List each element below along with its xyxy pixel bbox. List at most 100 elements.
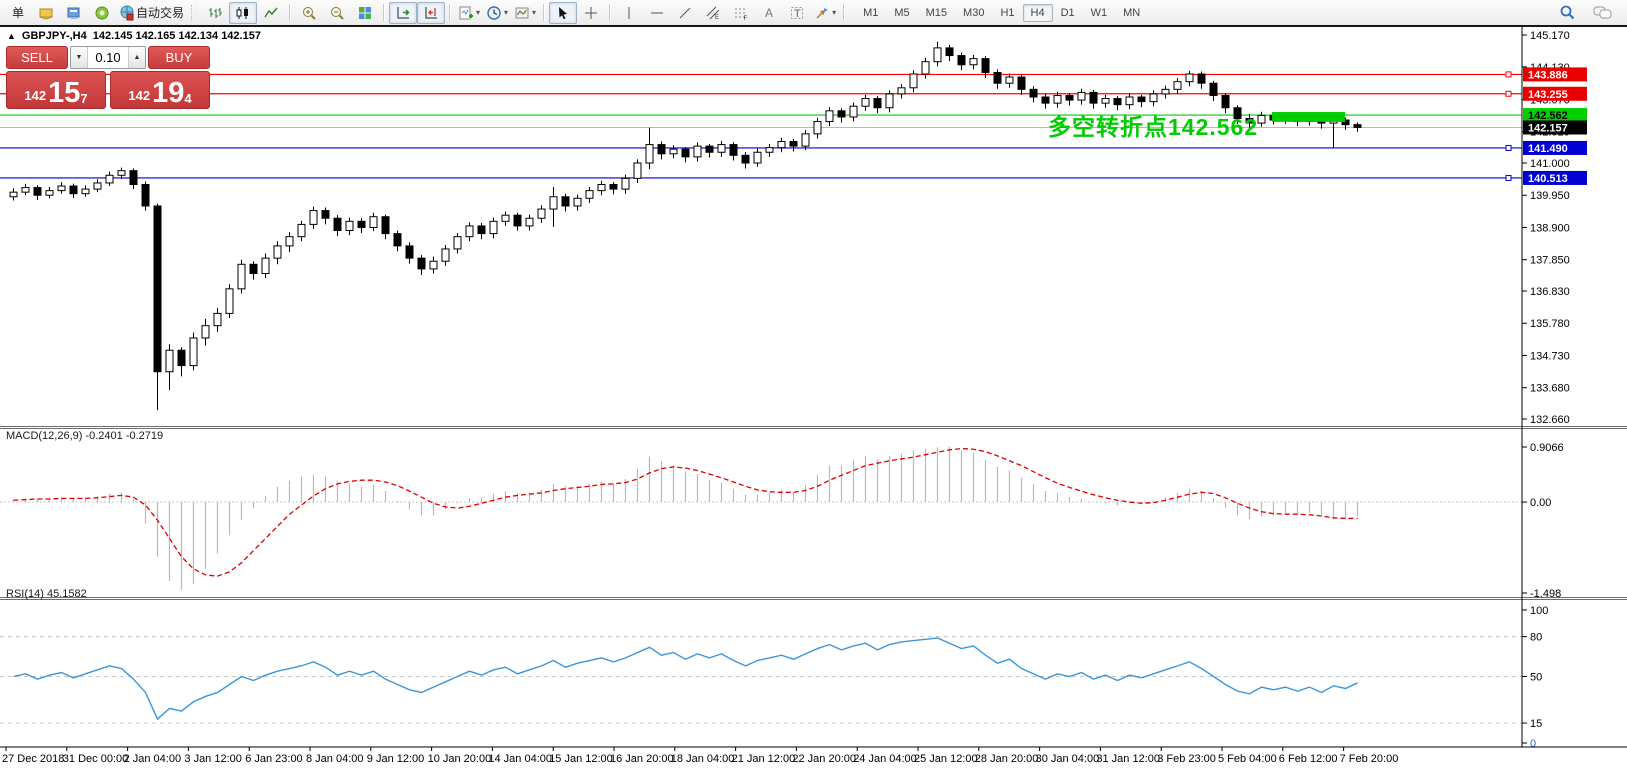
chart-canvas[interactable]: 145.170144.130143.070142.020141.000139.9… [0,27,1627,771]
timeframe-button-M5[interactable]: M5 [886,4,917,22]
timeframe-button-MN[interactable]: MN [1115,4,1148,22]
svg-text:142.562: 142.562 [1528,110,1568,122]
buy-price-tile[interactable]: 142 19 4 [110,71,210,109]
rsi-indicator-label: RSI(14) 45.1582 [6,588,87,600]
svg-text:14 Jan 04:00: 14 Jan 04:00 [488,753,552,765]
timeframe-button-W1[interactable]: W1 [1083,4,1116,22]
chart-window: 145.170144.130143.070142.020141.000139.9… [0,25,1627,771]
svg-text:0: 0 [1530,738,1536,750]
timeframe-button-H1[interactable]: H1 [992,4,1022,22]
toolbar-separator [843,4,845,21]
sell-price-point: 7 [80,91,87,106]
line-chart-button[interactable] [257,2,285,24]
timeframe-button-H4[interactable]: H4 [1023,4,1053,22]
svg-text:141.490: 141.490 [1528,143,1568,155]
buy-button[interactable]: BUY [148,46,210,69]
order-button[interactable]: 单 [4,2,32,24]
macd-indicator-label: MACD(12,26,9) -0.2401 -0.2719 [6,430,163,442]
volume-input[interactable]: 0.10 [88,47,128,68]
signals-icon[interactable] [88,2,116,24]
timeframe-button-D1[interactable]: D1 [1053,4,1083,22]
svg-text:137.850: 137.850 [1530,255,1570,267]
search-icon[interactable] [1553,2,1581,24]
svg-text:5 Feb 04:00: 5 Feb 04:00 [1218,753,1277,765]
periods-button[interactable]: ▾ [483,2,511,24]
indicators-dropdown-arrow[interactable]: ▾ [476,8,480,17]
new-order-icon[interactable] [32,2,60,24]
svg-text:133.680: 133.680 [1530,383,1570,395]
toolbar-separator [289,4,291,21]
fibonacci-tool-button[interactable]: F [727,2,755,24]
cursor-tool-button[interactable] [549,2,577,24]
collapse-panel-arrow[interactable]: ▲ [7,31,16,41]
arrows-dropdown-arrow[interactable]: ▾ [832,8,836,17]
candlestick-chart-button[interactable] [229,2,257,24]
symbol-name: GBPJPY-,H4 [22,30,87,42]
tile-windows-button[interactable] [351,2,379,24]
svg-text:31 Dec 00:00: 31 Dec 00:00 [63,753,128,765]
svg-text:25 Jan 12:00: 25 Jan 12:00 [914,753,978,765]
svg-text:28 Jan 20:00: 28 Jan 20:00 [975,753,1039,765]
svg-text:0.9066: 0.9066 [1530,442,1564,454]
svg-text:139.950: 139.950 [1530,190,1570,202]
timeframe-button-M1[interactable]: M1 [855,4,886,22]
svg-text:A: A [765,6,773,20]
symbol-title: ▲ GBPJPY-,H4 142.145 142.165 142.134 142… [7,30,261,42]
periods-dropdown-arrow[interactable]: ▾ [504,8,508,17]
auto-scroll-button[interactable] [389,2,417,24]
volume-control: ▼ 0.10 ▲ [70,46,146,69]
equidistant-channel-tool-button[interactable]: E [699,2,727,24]
svg-text:22 Jan 20:00: 22 Jan 20:00 [792,753,856,765]
crosshair-tool-button[interactable] [577,2,605,24]
buy-price-base: 142 [128,88,150,103]
buy-price-point: 4 [184,91,191,106]
templates-dropdown-arrow[interactable]: ▾ [532,8,536,17]
svg-text:8 Jan 04:00: 8 Jan 04:00 [306,753,364,765]
svg-text:136.830: 136.830 [1530,286,1570,298]
sell-button[interactable]: SELL [6,46,68,69]
svg-text:7 Feb 20:00: 7 Feb 20:00 [1340,753,1399,765]
one-click-trade-panel: SELL ▼ 0.10 ▲ BUY 142 15 7 142 19 4 [6,46,210,109]
svg-text:-1.498: -1.498 [1530,588,1561,600]
timeframe-button-M30[interactable]: M30 [955,4,992,22]
svg-text:E: E [715,15,719,21]
zoom-out-button[interactable] [323,2,351,24]
svg-text:0.00: 0.00 [1530,497,1551,509]
toolbar-separator [383,4,385,21]
line-handle [1506,145,1511,150]
vertical-line-tool-button[interactable] [615,2,643,24]
sell-price-tile[interactable]: 142 15 7 [6,71,106,109]
svg-text:21 Jan 12:00: 21 Jan 12:00 [732,753,796,765]
svg-text:30 Jan 04:00: 30 Jan 04:00 [1036,753,1100,765]
market-watch-icon[interactable] [60,2,88,24]
svg-text:31 Jan 12:00: 31 Jan 12:00 [1096,753,1160,765]
text-label-tool-button[interactable]: T [783,2,811,24]
chat-icon[interactable] [1589,2,1617,24]
trendline-tool-button[interactable] [671,2,699,24]
svg-text:143.886: 143.886 [1528,69,1568,81]
volume-decrease-button[interactable]: ▼ [71,47,88,68]
autotrading-button[interactable]: 自动交易 [116,2,187,24]
svg-text:142.157: 142.157 [1528,122,1568,134]
volume-increase-button[interactable]: ▲ [128,47,145,68]
svg-text:15 Jan 12:00: 15 Jan 12:00 [549,753,613,765]
toolbar-grip [191,5,197,21]
zoom-in-button[interactable] [295,2,323,24]
sell-price-pips: 15 [48,80,80,106]
indicators-button[interactable]: ▾ [455,2,483,24]
toolbar-separator [543,4,545,21]
chart-shift-button[interactable] [417,2,445,24]
svg-text:9 Jan 12:00: 9 Jan 12:00 [367,753,425,765]
arrows-tool-button[interactable]: ▾ [811,2,839,24]
drawn-rectangle [1272,112,1345,122]
svg-text:80: 80 [1530,632,1542,644]
bar-chart-button[interactable] [201,2,229,24]
toolbar-separator [609,4,611,21]
svg-text:135.780: 135.780 [1530,318,1570,330]
templates-button[interactable]: ▾ [511,2,539,24]
svg-text:18 Jan 04:00: 18 Jan 04:00 [671,753,735,765]
horizontal-line-tool-button[interactable] [643,2,671,24]
text-tool-button[interactable]: A [755,2,783,24]
pivot-annotation-text: 多空转折点142.562 [1048,108,1258,142]
timeframe-button-M15[interactable]: M15 [918,4,955,22]
